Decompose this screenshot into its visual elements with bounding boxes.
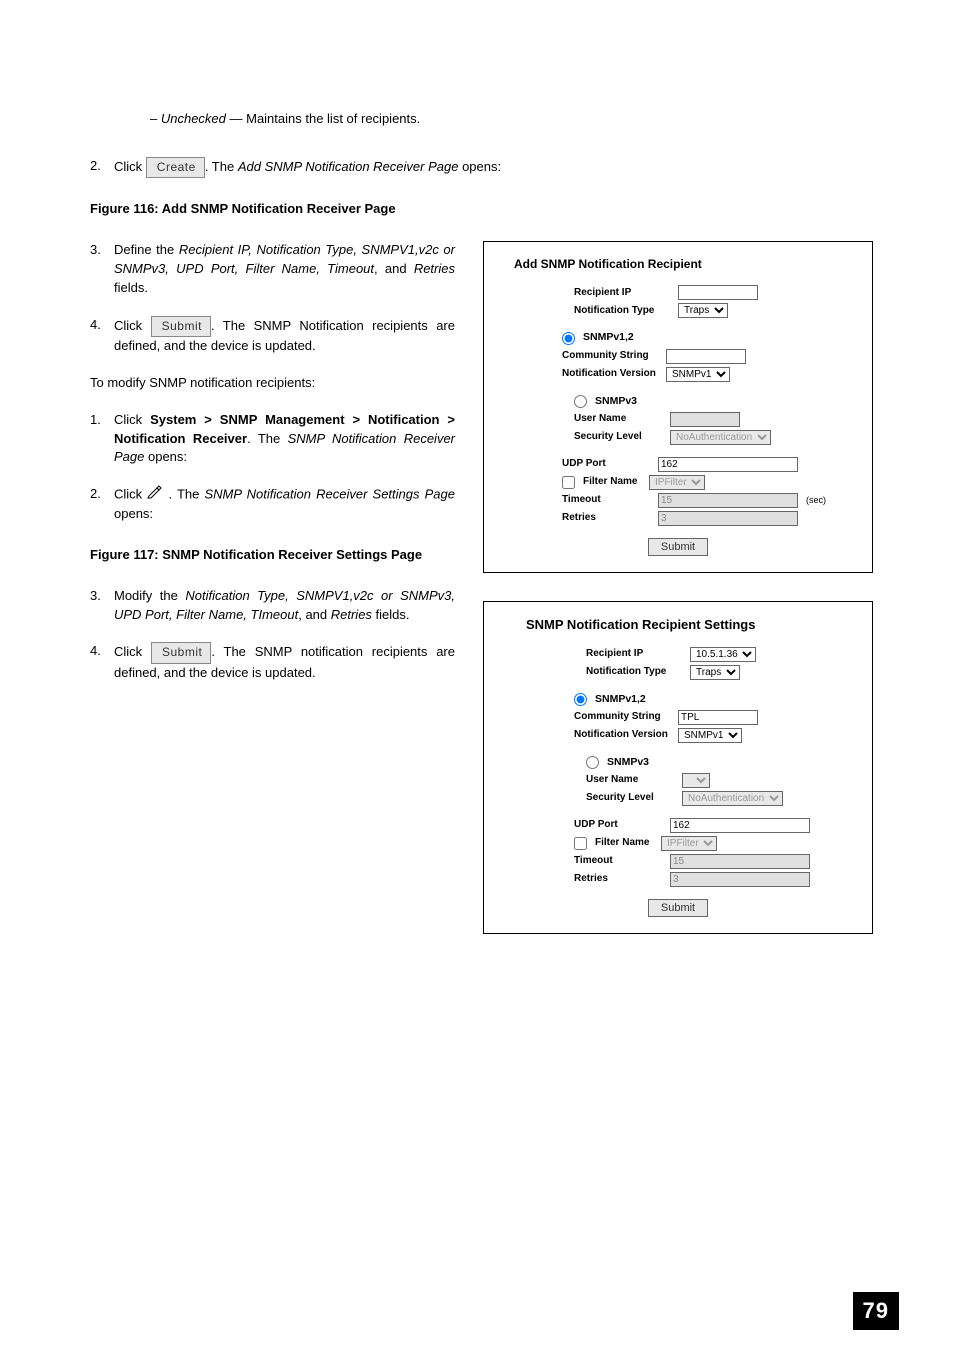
notif-ver-label: Notification Version xyxy=(574,728,674,743)
list-number: 4. xyxy=(90,642,114,682)
notif-type-label: Notification Type xyxy=(586,665,686,680)
udp-label: UDP Port xyxy=(562,457,654,472)
recipient-ip-input[interactable] xyxy=(678,285,758,300)
sec-level-label: Security Level xyxy=(586,791,678,806)
list-number: 2. xyxy=(90,157,114,178)
udp-input[interactable] xyxy=(658,457,798,472)
recipient-ip-label: Recipient IP xyxy=(574,286,674,301)
username-label: User Name xyxy=(586,773,678,788)
submit-button[interactable]: Submit xyxy=(151,316,211,337)
body-text: – Unchecked — Maintains the list of reci… xyxy=(150,110,874,129)
list-number: 2. xyxy=(90,485,114,524)
udp-input[interactable] xyxy=(670,818,810,833)
notif-type-select[interactable]: Traps xyxy=(678,303,728,318)
retries-input xyxy=(670,872,810,887)
community-input[interactable] xyxy=(678,710,758,725)
filter-label: Filter Name xyxy=(595,836,657,851)
snmpv3-label: SNMPv3 xyxy=(595,394,637,409)
notif-ver-select[interactable]: SNMPv1 xyxy=(678,728,742,743)
instruction-list: 2. Click Create. The Add SNMP Notificati… xyxy=(90,157,874,178)
list-number: 1. xyxy=(90,411,114,468)
filter-checkbox[interactable] xyxy=(574,837,587,850)
retries-input xyxy=(658,511,798,526)
snmp-settings-panel: SNMP Notification Recipient Settings Rec… xyxy=(483,601,873,934)
timeout-input xyxy=(658,493,798,508)
filter-label: Filter Name xyxy=(583,475,645,490)
username-select xyxy=(682,773,710,788)
list-number: 3. xyxy=(90,241,114,298)
submit-button[interactable]: Submit xyxy=(151,642,211,663)
figure-caption: Figure 117: SNMP Notification Receiver S… xyxy=(90,546,455,565)
sec-level-label: Security Level xyxy=(574,430,666,445)
timeout-label: Timeout xyxy=(562,493,654,508)
notif-ver-label: Notification Version xyxy=(562,367,662,382)
figure-caption: Figure 116: Add SNMP Notification Receiv… xyxy=(90,200,874,219)
snmpv12-radio[interactable] xyxy=(574,693,587,706)
add-snmp-panel: Add SNMP Notification Recipient Recipien… xyxy=(483,241,873,573)
panel-title: Add SNMP Notification Recipient xyxy=(514,256,842,273)
panel-title: SNMP Notification Recipient Settings xyxy=(526,616,830,635)
recipient-ip-select[interactable]: 10.5.1.36 xyxy=(690,647,756,662)
panel-submit-button[interactable]: Submit xyxy=(648,538,708,556)
list-number: 3. xyxy=(90,587,114,625)
list-number: 4. xyxy=(90,316,114,356)
udp-label: UDP Port xyxy=(574,818,666,833)
sec-level-select: NoAuthentication xyxy=(682,791,783,806)
filter-checkbox[interactable] xyxy=(562,476,575,489)
snmpv12-label: SNMPv1,2 xyxy=(583,330,634,345)
filter-select: IPFilter xyxy=(661,836,717,851)
filter-select: IPFilter xyxy=(649,475,705,490)
instruction-list: 3. Modify the Notification Type, SNMPV1,… xyxy=(90,587,455,683)
snmpv12-label: SNMPv1,2 xyxy=(595,692,646,707)
instruction-list: 1. Click System > SNMP Management > Noti… xyxy=(90,411,455,524)
timeout-input xyxy=(670,854,810,869)
snmpv3-label: SNMPv3 xyxy=(607,755,649,770)
sec-unit: (sec) xyxy=(806,494,826,507)
sec-level-select: NoAuthentication xyxy=(670,430,771,445)
notif-type-select[interactable]: Traps xyxy=(690,665,740,680)
community-label: Community String xyxy=(562,349,662,364)
community-label: Community String xyxy=(574,710,674,725)
notif-type-label: Notification Type xyxy=(574,304,674,319)
snmpv3-radio[interactable] xyxy=(586,756,599,769)
username-label: User Name xyxy=(574,412,666,427)
timeout-label: Timeout xyxy=(574,854,666,869)
create-button[interactable]: Create xyxy=(146,157,205,178)
notif-ver-select[interactable]: SNMPv1 xyxy=(666,367,730,382)
instruction-list: 3. Define the Recipient IP, Notification… xyxy=(90,241,455,356)
retries-label: Retries xyxy=(574,872,666,887)
edit-icon[interactable] xyxy=(147,485,163,505)
retries-label: Retries xyxy=(562,511,654,526)
panel-submit-button[interactable]: Submit xyxy=(648,899,708,917)
snmpv3-radio[interactable] xyxy=(574,395,587,408)
username-input xyxy=(670,412,740,427)
page-number: 79 xyxy=(853,1292,899,1330)
body-text: To modify SNMP notification recipients: xyxy=(90,374,455,393)
snmpv12-radio[interactable] xyxy=(562,332,575,345)
recipient-ip-label: Recipient IP xyxy=(586,647,686,662)
community-input[interactable] xyxy=(666,349,746,364)
